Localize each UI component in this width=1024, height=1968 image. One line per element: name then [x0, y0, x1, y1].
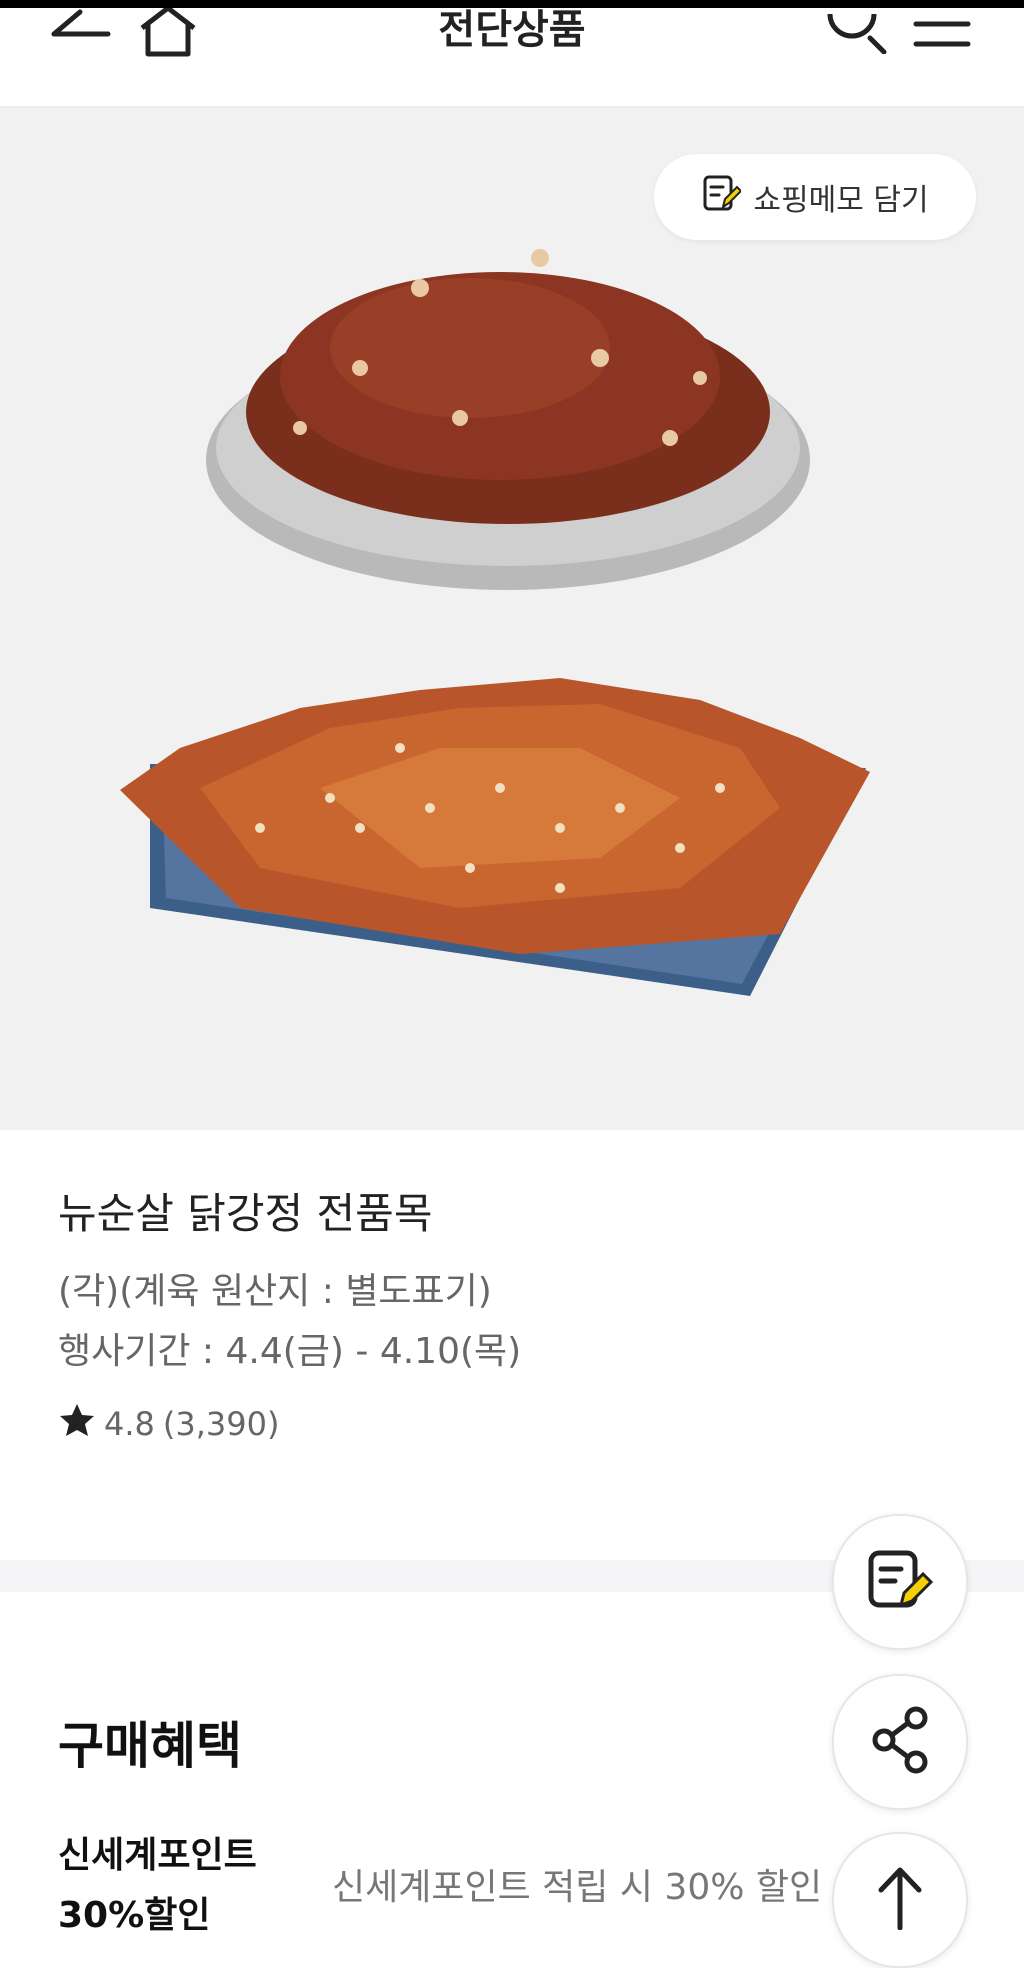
review-count: (3,390) [162, 1405, 280, 1443]
product-photo [120, 249, 870, 996]
benefit-description: 신세계포인트 적립 시 30% 할인 [332, 1867, 823, 1908]
benefit-label: 신세계포인트 30%할인 [58, 1826, 318, 1946]
product-rating[interactable]: 4.8 (3,390) [58, 1402, 279, 1446]
benefit-label-line1: 신세계포인트 [58, 1835, 257, 1876]
memo-pencil-icon [867, 1549, 934, 1615]
top-header: 전단상품 [0, 8, 1024, 108]
add-shopping-memo-button[interactable]: 쇼핑메모 담기 [654, 154, 976, 240]
share-icon [870, 1706, 930, 1778]
share-fab[interactable] [832, 1674, 968, 1810]
promotion-period: 행사기간 : 4.4(금) - 4.10(목) [58, 1331, 522, 1372]
scroll-top-fab[interactable] [832, 1832, 968, 1968]
rating-value: 4.8 [104, 1405, 155, 1443]
memo-pencil-icon [701, 173, 743, 221]
product-title: 뉴순살 닭강정 전품목 [58, 1189, 433, 1238]
star-icon [58, 1402, 96, 1446]
hamburger-menu-icon[interactable] [912, 8, 972, 52]
benefits-heading: 구매혜택 [58, 1717, 242, 1775]
product-image-area: 쇼핑메모 담기 [0, 108, 1024, 1130]
shopping-memo-fab[interactable] [832, 1514, 968, 1650]
add-shopping-memo-label: 쇼핑메모 담기 [753, 183, 929, 218]
benefit-label-line2: 30%할인 [58, 1895, 211, 1936]
product-subtitle: (각)(계육 원산지 : 별도표기) [58, 1271, 492, 1312]
search-icon[interactable] [826, 8, 888, 54]
arrow-up-icon [875, 1866, 925, 1934]
